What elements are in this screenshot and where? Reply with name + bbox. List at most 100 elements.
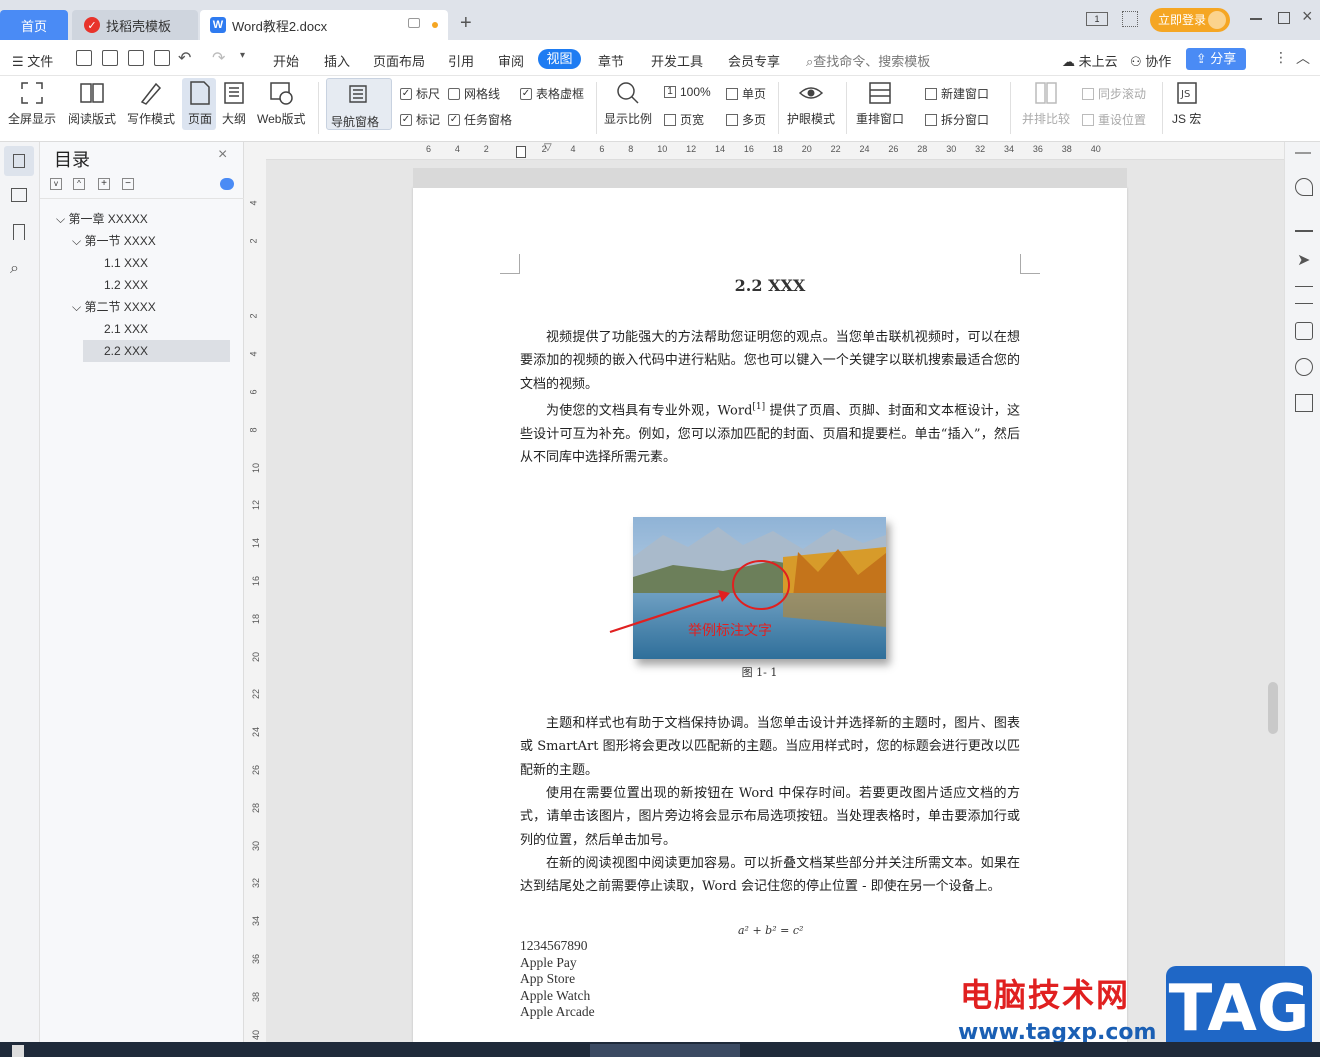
side-by-side-button[interactable]: 并排比较 — [1022, 80, 1070, 127]
doc-paragraph[interactable]: 在新的阅读视图中阅读更加容易。可以折叠文档某些部分并关注所需文本。如果在达到结尾… — [520, 852, 1020, 899]
maximize-icon[interactable] — [1278, 12, 1290, 24]
grid-apps-icon[interactable] — [1122, 11, 1138, 27]
menu-references[interactable]: 引用 — [448, 51, 474, 70]
collab-button[interactable]: ⚇ 协作 — [1130, 51, 1171, 70]
menu-chapter[interactable]: 章节 — [598, 51, 624, 70]
start-icon[interactable] — [12, 1045, 24, 1057]
more-icon[interactable]: ⋮ — [1274, 49, 1288, 66]
toc-item[interactable]: ⌵ 第二节 XXXX — [72, 296, 156, 318]
reading-mode-button[interactable]: 阅读版式 — [68, 80, 116, 127]
toc-panel-tab[interactable] — [4, 146, 34, 176]
web-view-button[interactable]: Web版式 — [257, 80, 305, 127]
split-window-button[interactable]: 拆分窗口 — [925, 111, 989, 128]
reset-position-button[interactable]: 重设位置 — [1082, 111, 1146, 128]
edit-pen-icon[interactable] — [1295, 214, 1313, 232]
menu-page-layout[interactable]: 页面布局 — [373, 51, 425, 70]
doc-paragraph[interactable]: 为使您的文档具有专业外观，Word[1] 提供了页眉、页脚、封面和文本框设计，这… — [520, 396, 1020, 469]
page-count-icon[interactable]: 1 — [1086, 12, 1108, 26]
toc-item[interactable]: ⌵ 第一章 XXXXX — [56, 208, 148, 230]
expand-down-icon[interactable]: v — [50, 178, 62, 190]
eye-care-button[interactable]: 护眼模式 — [787, 80, 835, 127]
tab-home[interactable]: 首页 — [0, 10, 68, 40]
writing-mode-button[interactable]: 写作模式 — [127, 80, 175, 127]
single-page-button[interactable]: 单页 — [726, 85, 766, 102]
minimize-icon[interactable] — [1250, 18, 1262, 20]
login-button[interactable]: 立即登录 — [1150, 8, 1230, 32]
js-macro-button[interactable]: JS JS 宏 — [1172, 80, 1201, 127]
table-gridlines-checkbox[interactable]: ✓ 表格虚框 — [520, 85, 584, 102]
quick-access-dropdown-icon[interactable]: ▾ — [240, 50, 245, 61]
menu-member[interactable]: 会员专享 — [728, 51, 780, 70]
close-window-icon[interactable]: × — [1302, 6, 1313, 27]
menu-file[interactable]: ☰ 文件 — [12, 51, 53, 70]
expand-all-icon[interactable]: + — [98, 178, 110, 190]
doc-heading[interactable]: 2.2 XXX — [520, 276, 1020, 295]
toc-item[interactable]: 1.1 XXX — [104, 252, 148, 274]
monitor-icon[interactable] — [408, 18, 420, 28]
multi-page-button[interactable]: 多页 — [726, 111, 766, 128]
smart-toc-icon[interactable] — [220, 178, 234, 190]
adjust-sliders-icon[interactable] — [1295, 286, 1313, 304]
doc-paragraph[interactable]: 视频提供了功能强大的方法帮助您证明您的观点。当您单击联机视频时，可以在想要添加的… — [520, 326, 1020, 396]
first-line-indent-icon[interactable]: ▽ — [544, 142, 552, 153]
toc-item[interactable]: ⌵ 第一节 XXXX — [72, 230, 156, 252]
book-reader-icon[interactable] — [1295, 394, 1313, 412]
toc-item-selected[interactable]: 2.2 XXX — [104, 340, 148, 362]
fullscreen-button[interactable]: 全屏显示 — [8, 80, 56, 127]
image-tools-icon[interactable] — [1295, 322, 1313, 340]
markers-checkbox[interactable]: ✓ 标记 — [400, 111, 440, 128]
plain-lines[interactable]: 1234567890 Apple Pay App Store Apple Wat… — [520, 938, 595, 1021]
nav-pane-button[interactable]: 导航窗格 — [326, 78, 392, 130]
figure-caption[interactable]: 图 1- 1 — [633, 664, 886, 680]
toc-item[interactable]: 2.1 XXX — [104, 318, 148, 340]
print-icon[interactable] — [128, 50, 144, 66]
ruler-checkbox[interactable]: ✓ 标尺 — [400, 85, 440, 102]
indent-marker-icon[interactable] — [516, 146, 526, 158]
toc-item[interactable]: 1.2 XXX — [104, 274, 148, 296]
undo-icon[interactable]: ↶ — [178, 48, 191, 68]
doc-paragraph[interactable]: 主题和样式也有助于文档保持协调。当您单击设计并选择新的主题时，图片、图表或 Sm… — [520, 712, 1020, 782]
tab-template[interactable]: ✓ 找稻壳模板 — [72, 10, 198, 40]
save-icon[interactable] — [76, 50, 92, 66]
search-icon[interactable]: ⌕ — [10, 260, 19, 278]
redo-icon[interactable]: ↷ — [212, 48, 225, 68]
new-tab-button[interactable]: + — [460, 12, 472, 35]
zoom-button[interactable]: 显示比例 — [604, 80, 652, 127]
export-pdf-icon[interactable] — [102, 50, 118, 66]
compass-icon[interactable] — [1295, 358, 1313, 376]
tab-document[interactable]: W Word教程2.docx — [200, 10, 448, 40]
vertical-ruler[interactable]: 4 2 2 4 6 8 10 12 14 16 18 20 22 24 26 28 30 32 34 36 38 40 — [244, 142, 266, 1042]
outline-view-button[interactable]: 大纲 — [221, 80, 247, 127]
new-window-button[interactable]: 新建窗口 — [925, 85, 989, 102]
bookmark-icon[interactable] — [13, 224, 25, 240]
chapter-nav-icon[interactable] — [11, 188, 27, 202]
cloud-status[interactable]: ☁ 未上云 — [1062, 51, 1118, 70]
cursor-select-icon[interactable]: ➤ — [1297, 250, 1315, 269]
print-preview-icon[interactable] — [154, 50, 170, 66]
collapse-up-icon[interactable]: ^ — [73, 178, 85, 190]
doc-paragraph[interactable]: 使用在需要位置出现的新按钮在 Word 中保存时间。若要更改图片适应文档的方式，… — [520, 782, 1020, 852]
page-width-button[interactable]: 页宽 — [664, 111, 704, 128]
sync-scroll-button[interactable]: 同步滚动 — [1082, 85, 1146, 102]
close-panel-icon[interactable]: × — [218, 146, 227, 164]
footnote-ref[interactable]: [1] — [752, 402, 765, 412]
menu-insert[interactable]: 插入 — [324, 51, 350, 70]
rocket-icon[interactable] — [1295, 178, 1313, 196]
page-view-button[interactable]: 页面 — [187, 80, 213, 127]
menu-view[interactable]: 视图 — [538, 49, 581, 69]
command-search[interactable]: ⌕查找命令、搜索模板 — [806, 51, 930, 70]
zoom-100-button[interactable]: 1 100% — [664, 85, 711, 99]
collapse-ribbon-icon[interactable]: ︿ — [1296, 48, 1310, 68]
share-button[interactable]: ⇪ 分享 — [1186, 48, 1246, 70]
gridlines-checkbox[interactable]: 网格线 — [448, 85, 500, 102]
collapse-all-icon[interactable]: − — [122, 178, 134, 190]
menu-review[interactable]: 审阅 — [498, 51, 524, 70]
formula[interactable]: a² + b² = c² — [738, 924, 803, 937]
rearrange-windows-button[interactable]: 重排窗口 — [856, 80, 904, 127]
menu-developer[interactable]: 开发工具 — [651, 51, 703, 70]
task-pane-checkbox[interactable]: ✓ 任务窗格 — [448, 111, 512, 128]
horizontal-ruler[interactable]: 6 4 2 2 4 6 8 10 12 14 16 18 20 22 24 26 28 30 32 34 36 38 40 … — [266, 142, 1284, 160]
vertical-scrollbar-thumb[interactable] — [1268, 682, 1278, 734]
menu-start[interactable]: 开始 — [273, 51, 299, 70]
taskbar-active-app[interactable] — [590, 1044, 740, 1057]
